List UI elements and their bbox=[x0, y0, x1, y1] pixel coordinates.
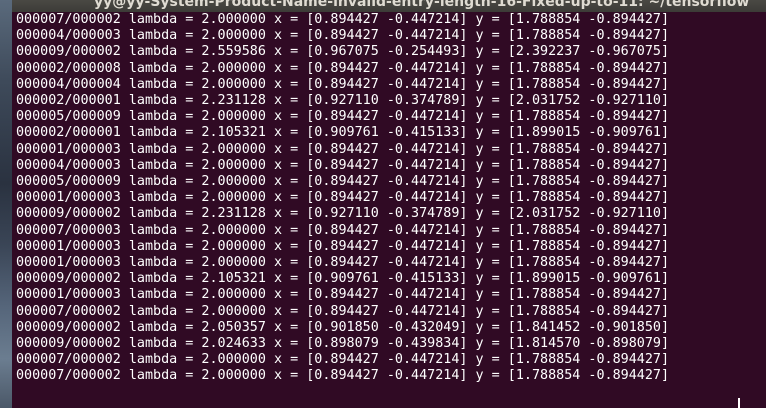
terminal-line: 000002/000001 lambda = 2.105321 x = [0.9… bbox=[16, 125, 670, 141]
terminal-line: 000009/000002 lambda = 2.231128 x = [0.9… bbox=[16, 206, 670, 222]
terminal-line: 000009/000002 lambda = 2.105321 x = [0.9… bbox=[16, 271, 670, 287]
terminal-line: 000001/000003 lambda = 2.000000 x = [0.8… bbox=[16, 190, 670, 206]
terminal-line: 000005/000009 lambda = 2.000000 x = [0.8… bbox=[16, 109, 670, 125]
window-title: yy@yy-System-Product-Name-invalid-entry-… bbox=[94, 0, 750, 10]
terminal-line: 000007/000002 lambda = 2.000000 x = [0.8… bbox=[16, 303, 670, 319]
terminal-line: 000002/000001 lambda = 2.231128 x = [0.9… bbox=[16, 93, 670, 108]
terminal-line: 000001/000003 lambda = 2.000000 x = [0.8… bbox=[16, 287, 670, 303]
terminal-line: 000001/000003 lambda = 2.000000 x = [0.8… bbox=[16, 255, 670, 270]
terminal-line: 000007/000002 lambda = 2.000000 x = [0.8… bbox=[16, 12, 670, 27]
terminal-line: 000002/000008 lambda = 2.000000 x = [0.8… bbox=[16, 60, 670, 76]
terminal-line: 000004/000003 lambda = 2.000000 x = [0.8… bbox=[16, 157, 670, 173]
terminal-line: 000009/000002 lambda = 2.050357 x = [0.9… bbox=[16, 319, 670, 335]
terminal-line: 000001/000003 lambda = 2.000000 x = [0.8… bbox=[16, 238, 670, 254]
terminal-output[interactable]: 000007/000002 lambda = 2.000000 x = [0.8… bbox=[12, 12, 766, 408]
terminal-line: 000001/000003 lambda = 2.000000 x = [0.8… bbox=[16, 141, 670, 157]
terminal-line: 000009/000002 lambda = 2.559586 x = [0.9… bbox=[16, 44, 670, 60]
terminal-cursor bbox=[738, 398, 740, 408]
terminal-line: 000009/000002 lambda = 2.024633 x = [0.8… bbox=[16, 336, 670, 351]
terminal-line: 000007/000003 lambda = 2.000000 x = [0.8… bbox=[16, 222, 670, 238]
desktop-background-strip bbox=[0, 0, 12, 408]
terminal-line: 000005/000009 lambda = 2.000000 x = [0.8… bbox=[16, 174, 670, 189]
terminal-line: 000007/000002 lambda = 2.000000 x = [0.8… bbox=[16, 368, 670, 384]
terminal-line: 000007/000002 lambda = 2.000000 x = [0.8… bbox=[16, 352, 670, 368]
window-titlebar[interactable]: yy@yy-System-Product-Name-invalid-entry-… bbox=[12, 0, 766, 12]
terminal-line: 000004/000004 lambda = 2.000000 x = [0.8… bbox=[16, 76, 670, 92]
terminal-line: 000004/000003 lambda = 2.000000 x = [0.8… bbox=[16, 28, 670, 44]
